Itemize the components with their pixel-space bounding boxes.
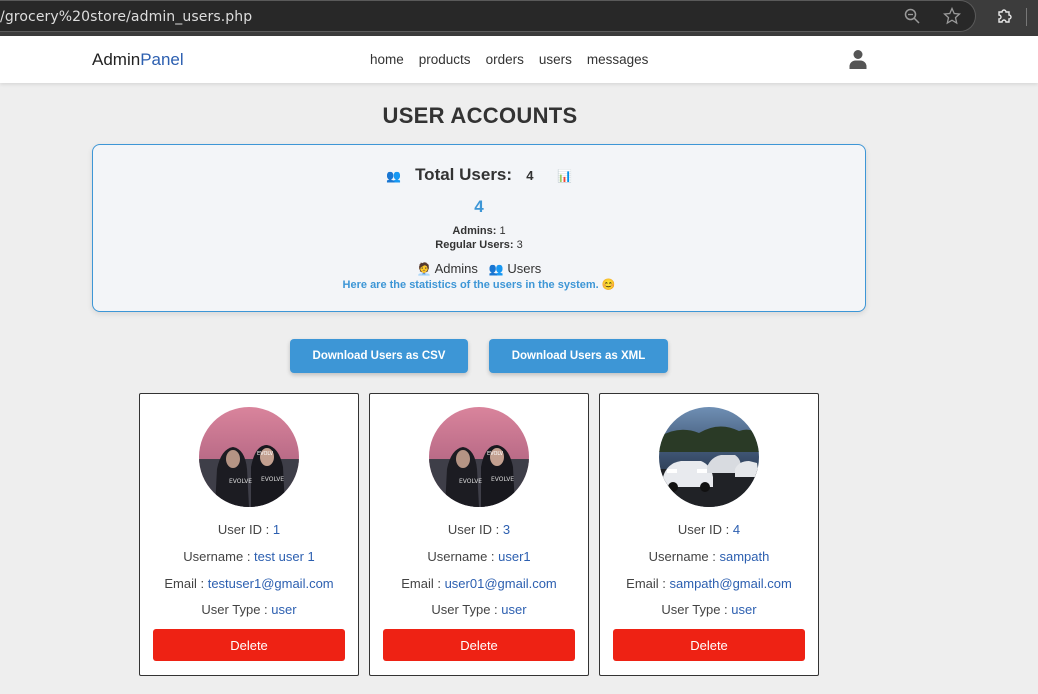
- user-avatar: [659, 407, 759, 507]
- star-icon[interactable]: [943, 7, 961, 25]
- user-icon[interactable]: [849, 49, 867, 69]
- nav-orders[interactable]: orders: [486, 52, 524, 67]
- user-id-label: User ID :: [677, 522, 733, 537]
- user-card: User ID : 4 Username : sampath Email : s…: [599, 393, 819, 676]
- nav-messages[interactable]: messages: [587, 52, 649, 67]
- svg-text:EVOLV: EVOLV: [257, 451, 274, 457]
- stats-note: Here are the statistics of the users in …: [342, 279, 616, 291]
- email-value: user01@gmail.com: [444, 576, 557, 591]
- user-type-label: User Type :: [431, 602, 502, 617]
- user-card: EVOLVE EVOLVE EVOLV User ID : 3 Username…: [369, 393, 589, 676]
- total-users-inline-value: 4: [526, 168, 534, 183]
- user-avatar: EVOLVE EVOLVE EVOLV: [429, 407, 529, 507]
- zoom-icon[interactable]: [903, 7, 921, 25]
- bar-chart-icon: 📊: [557, 169, 573, 183]
- regular-users-label: Regular Users:: [435, 239, 514, 251]
- delete-button[interactable]: Delete: [153, 629, 345, 661]
- user-type-field: User Type : user: [370, 602, 588, 617]
- user-type-field: User Type : user: [600, 602, 818, 617]
- page-title: USER ACCOUNTS: [382, 103, 578, 128]
- username-label: Username :: [427, 549, 499, 564]
- user-id-field: User ID : 3: [370, 522, 588, 537]
- legend-users: Users: [507, 261, 542, 276]
- download-csv-button[interactable]: Download Users as CSV: [290, 339, 468, 373]
- username-label: Username :: [648, 549, 720, 564]
- user-id-label: User ID :: [447, 522, 503, 537]
- username-field: Username : test user 1: [140, 549, 358, 564]
- username-value: user1: [498, 549, 531, 564]
- nav-products[interactable]: products: [419, 52, 471, 67]
- user-id-label: User ID :: [217, 522, 273, 537]
- username-value: test user 1: [254, 549, 315, 564]
- username-field: Username : user1: [370, 549, 588, 564]
- regular-users-value: 3: [516, 239, 523, 251]
- username-field: Username : sampath: [600, 549, 818, 564]
- email-field: Email : testuser1@gmail.com: [140, 576, 358, 591]
- total-users-count: 4: [474, 197, 484, 216]
- username-value: sampath: [719, 549, 770, 564]
- user-type-value: user: [731, 602, 757, 617]
- total-users-line: 👥 Total Users: 4 📊: [93, 165, 865, 185]
- admin-panel-logo[interactable]: AdminPanel: [92, 50, 184, 70]
- email-label: Email :: [401, 576, 445, 591]
- svg-text:EVOLV: EVOLV: [487, 451, 504, 457]
- nav-home[interactable]: home: [370, 52, 404, 67]
- user-type-value: user: [501, 602, 527, 617]
- admins-count-line: Admins: 1: [93, 225, 865, 237]
- user-id-field: User ID : 4: [600, 522, 818, 537]
- user-id-value: 3: [502, 522, 511, 537]
- logo-text-panel: Panel: [140, 50, 184, 69]
- delete-button[interactable]: Delete: [383, 629, 575, 661]
- email-label: Email :: [164, 576, 208, 591]
- svg-text:EVOLVE: EVOLVE: [229, 478, 252, 485]
- toolbar-divider: [1026, 8, 1027, 26]
- email-value: testuser1@gmail.com: [207, 576, 334, 591]
- nav-users[interactable]: users: [539, 52, 572, 67]
- admins-label: Admins:: [452, 225, 497, 237]
- email-field: Email : user01@gmail.com: [370, 576, 588, 591]
- user-stats-panel: 👥 Total Users: 4 📊 4 Admins: 1 Regular U…: [92, 144, 866, 312]
- user-type-label: User Type :: [661, 602, 732, 617]
- username-label: Username :: [183, 549, 255, 564]
- admin-person-icon: 🧑‍💼: [416, 262, 432, 276]
- user-type-field: User Type : user: [140, 602, 358, 617]
- user-id-value: 1: [272, 522, 281, 537]
- user-card: EVOLVE EVOLVE EVOLV User ID : 1 Username…: [139, 393, 359, 676]
- admins-value: 1: [499, 225, 506, 237]
- delete-button[interactable]: Delete: [613, 629, 805, 661]
- people-icon: 👥: [488, 262, 504, 276]
- stats-legend: 🧑‍💼 Admins 👥 Users: [93, 261, 865, 276]
- download-xml-button[interactable]: Download Users as XML: [489, 339, 668, 373]
- legend-admins: Admins: [434, 261, 478, 276]
- extensions-icon[interactable]: [996, 7, 1014, 25]
- people-icon: 👥: [385, 169, 401, 183]
- email-field: Email : sampath@gmail.com: [600, 576, 818, 591]
- total-users-label: Total Users:: [415, 165, 513, 184]
- svg-text:EVOLVE: EVOLVE: [261, 476, 284, 483]
- user-type-label: User Type :: [201, 602, 272, 617]
- svg-text:EVOLVE: EVOLVE: [491, 476, 514, 483]
- user-id-value: 4: [732, 522, 741, 537]
- svg-text:EVOLVE: EVOLVE: [459, 478, 482, 485]
- email-label: Email :: [626, 576, 670, 591]
- url-text[interactable]: /grocery%20store/admin_users.php: [0, 9, 252, 25]
- user-type-value: user: [271, 602, 297, 617]
- site-header: AdminPanel home products orders users me…: [0, 36, 1038, 83]
- address-bar[interactable]: /grocery%20store/admin_users.php: [0, 0, 976, 32]
- browser-bar: /grocery%20store/admin_users.php: [0, 0, 1038, 36]
- user-avatar: EVOLVE EVOLVE EVOLV: [199, 407, 299, 507]
- user-id-field: User ID : 1: [140, 522, 358, 537]
- email-value: sampath@gmail.com: [669, 576, 792, 591]
- regular-users-count-line: Regular Users: 3: [93, 239, 865, 251]
- logo-text-admin: Admin: [92, 50, 141, 69]
- main-nav: home products orders users messages: [370, 52, 648, 67]
